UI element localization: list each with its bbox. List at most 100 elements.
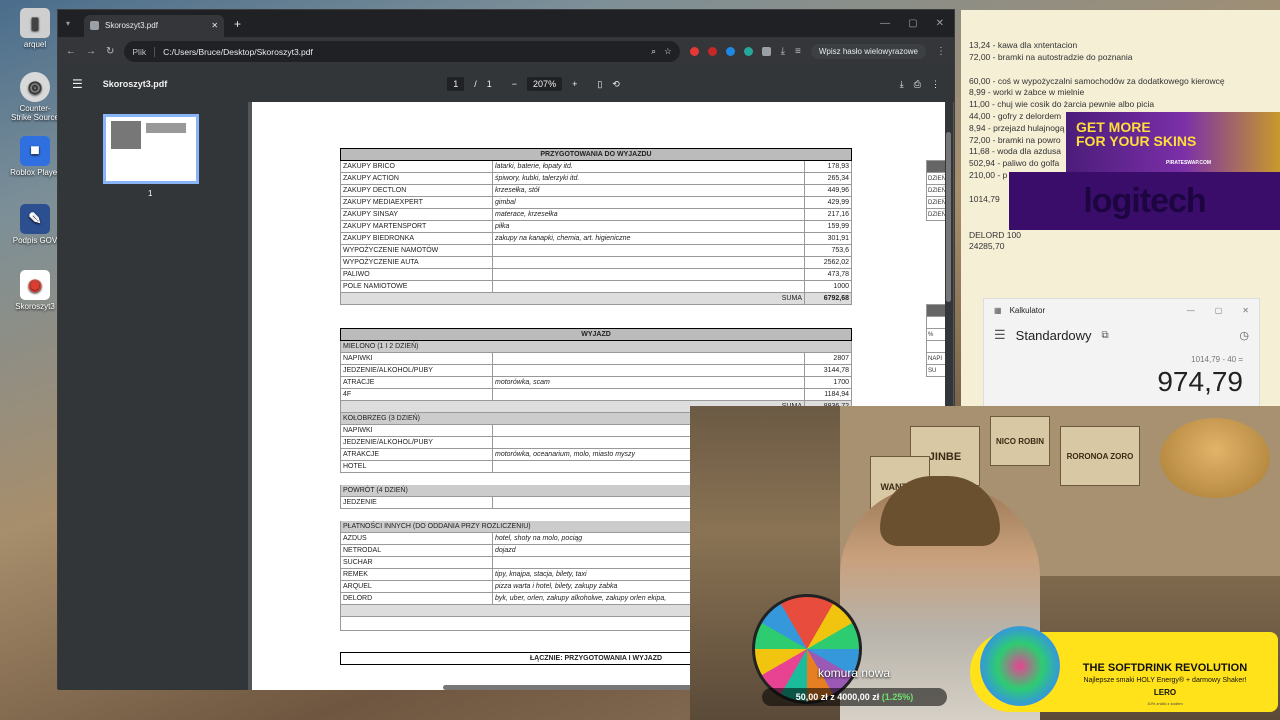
- keep-on-top-icon[interactable]: ⧉: [1102, 330, 1109, 341]
- row-desc: [492, 364, 805, 377]
- calculator-window[interactable]: ▦ Kalkulator — ▢ ✕ ☰ Standardowy ⧉ ◷ 101…: [983, 298, 1260, 410]
- sheet-row: ZAKUPY MEDIAEXPERT gimbal 429,99: [340, 196, 852, 209]
- history-icon[interactable]: ◷: [1239, 329, 1249, 342]
- row-desc: [492, 244, 805, 257]
- row-name: SUCHAR: [340, 556, 493, 569]
- media-icon[interactable]: ≡: [795, 46, 801, 57]
- rotate-icon[interactable]: ⟲: [612, 79, 620, 90]
- extension-blue-icon[interactable]: [725, 47, 735, 56]
- mielno-title-row: MIELONO (1 I 2 DZIEŃ): [340, 340, 852, 353]
- extension-shield-icon[interactable]: [707, 47, 717, 56]
- mielno-title: MIELONO (1 I 2 DZIEŃ): [340, 340, 852, 353]
- page-thumbnail[interactable]: [103, 114, 199, 184]
- row-name: ZAKUPY BRICO: [340, 160, 493, 173]
- calculator-result: 974,79: [1157, 366, 1243, 397]
- desktop-icon-label: arquel: [23, 40, 47, 49]
- prep-header: PRZYGOTOWANIA DO WYJAZDU: [340, 148, 852, 161]
- prep-sum-value: 6792,68: [804, 292, 852, 305]
- desktop-icon-cs-source[interactable]: ◎ Counter-Strike Source: [10, 72, 60, 122]
- desktop-icon-label: Skoroszyt3: [15, 302, 55, 311]
- row-name: JEDZENIE/ALKOHOL/PUBY: [340, 436, 493, 449]
- tab-skoroszyt3[interactable]: Skoroszyt3.pdf ✕: [84, 14, 225, 37]
- softdrink-ad-banner[interactable]: THE SOFTDRINK REVOLUTION Najlepsze smaki…: [970, 626, 1278, 712]
- tab-search-icon[interactable]: ▾: [66, 19, 70, 28]
- calculator-mode-row: ☰ Standardowy ⧉ ◷: [984, 321, 1259, 349]
- roblox-icon: ■: [20, 136, 50, 166]
- forward-icon[interactable]: →: [86, 46, 96, 57]
- desktop-icon-label: Roblox Player: [10, 168, 60, 177]
- calculator-titlebar: ▦ Kalkulator — ▢ ✕: [984, 299, 1259, 321]
- calc-menu-icon[interactable]: ☰: [994, 327, 1006, 343]
- address-bar[interactable]: Plik C:/Users/Bruce/Desktop/Skoroszyt3.p…: [124, 41, 680, 62]
- row-value: 159,99: [804, 220, 852, 233]
- extensions-puzzle-icon[interactable]: [761, 47, 771, 56]
- sheet-row: WYPOŻYCZENIE NAMOTÓW 753,6: [340, 244, 852, 257]
- skins-ad-url: PIRATESWAP.COM: [1166, 160, 1212, 166]
- row-value: 265,34: [804, 172, 852, 185]
- close-window-icon[interactable]: ✕: [936, 18, 944, 29]
- zoom-out-icon[interactable]: −: [512, 79, 517, 89]
- prep-table: PRZYGOTOWANIA DO WYJAZDU ZAKUPY BRICO lat…: [340, 148, 852, 305]
- thumbnail-table-left: [111, 121, 141, 149]
- bookmark-star-icon[interactable]: ☆: [664, 46, 672, 57]
- file-chip[interactable]: Plik: [132, 46, 156, 57]
- row-value: 2807: [804, 352, 852, 365]
- row-value: 1000: [804, 280, 852, 293]
- row-desc: [492, 256, 805, 269]
- row-name: NAPIWKI: [340, 352, 493, 365]
- extension-teal-icon[interactable]: [743, 47, 753, 56]
- skins-ad-banner[interactable]: GET MORE FOR YOUR SKINS PIRATESWAP.COM: [1066, 112, 1280, 172]
- desktop-icon-podpis-gov[interactable]: ✎ Podpis GOV: [10, 204, 60, 245]
- minimize-icon[interactable]: —: [880, 18, 890, 29]
- thumbnail-sidebar: 1: [58, 102, 248, 690]
- calc-close-icon[interactable]: ✕: [1242, 306, 1249, 315]
- zoom-level-input[interactable]: 207%: [527, 77, 563, 91]
- notes-line: 24285,70: [969, 241, 1005, 252]
- fit-page-icon[interactable]: ▯: [597, 79, 602, 90]
- row-name: WYPOŻYCZENIE AUTA: [340, 256, 493, 269]
- notes-line: 72,00 - bramki na autostradzie do poznan…: [969, 51, 1133, 62]
- zoom-in-icon[interactable]: +: [572, 79, 577, 89]
- extension-red-icon[interactable]: [689, 47, 699, 56]
- back-icon[interactable]: ←: [66, 46, 76, 57]
- sheet-row: ZAKUPY BRICO latarki, baterie, łopaty itd…: [340, 160, 852, 173]
- print-icon[interactable]: ⎙: [914, 79, 921, 90]
- calculator-mode: Standardowy: [1015, 327, 1092, 343]
- download-icon[interactable]: ⤓: [781, 46, 785, 57]
- pdf-more-icon[interactable]: ⋮: [931, 79, 940, 90]
- donation-progress-percent: (1.25%): [881, 692, 914, 702]
- trip-header-row: WYJAZD: [340, 328, 852, 341]
- desktop-icon-arquel[interactable]: ▮ arquel: [10, 8, 60, 49]
- row-value: 2562,02: [804, 256, 852, 269]
- calculator-expression: 1014,79 - 40 =: [1191, 355, 1243, 364]
- poster: RORONOA ZORO: [1060, 426, 1140, 486]
- zoom-icon[interactable]: ⌕: [651, 46, 656, 57]
- sheet-row: 4F 1184,94: [340, 388, 852, 401]
- page-number-input[interactable]: 1: [447, 77, 465, 91]
- row-value: 301,91: [804, 232, 852, 245]
- pdf-download-icon[interactable]: ⤓: [900, 79, 904, 90]
- reload-icon[interactable]: ↻: [106, 46, 114, 57]
- desktop-icon-roblox[interactable]: ■ Roblox Player: [10, 136, 60, 177]
- hamburger-menu-icon[interactable]: ☰: [72, 77, 83, 91]
- row-value: 178,93: [804, 160, 852, 173]
- cs-source-icon: ◎: [20, 72, 50, 102]
- scrollbar-thumb[interactable]: [946, 132, 951, 302]
- tab-title: Skoroszyt3.pdf: [105, 21, 158, 30]
- prep-header-row: PRZYGOTOWANIA DO WYJAZDU: [340, 148, 852, 161]
- menu-kebab-icon[interactable]: ⋮: [936, 46, 946, 57]
- sheet-row: POLE NAMIOTOWE 1000: [340, 280, 852, 293]
- calc-minimize-icon[interactable]: —: [1187, 306, 1195, 315]
- trip-header: WYJAZD: [340, 328, 852, 341]
- close-tab-icon[interactable]: ✕: [211, 21, 218, 30]
- maximize-icon[interactable]: ▢: [908, 18, 917, 29]
- calc-maximize-icon[interactable]: ▢: [1215, 306, 1223, 315]
- desktop-icon-skoroszyt3[interactable]: ◉ Skoroszyt3: [10, 270, 60, 311]
- pdf-favicon-icon: [90, 21, 100, 30]
- password-pill[interactable]: Wpisz hasło wielowyrazowe: [810, 44, 926, 59]
- donation-progress-amount: 50,00 zł z 4000,00 zł: [795, 692, 880, 702]
- row-desc: [492, 352, 805, 365]
- new-tab-icon[interactable]: +: [234, 17, 241, 31]
- thumbnail-page-number: 1: [148, 189, 153, 198]
- row-desc: [492, 280, 805, 293]
